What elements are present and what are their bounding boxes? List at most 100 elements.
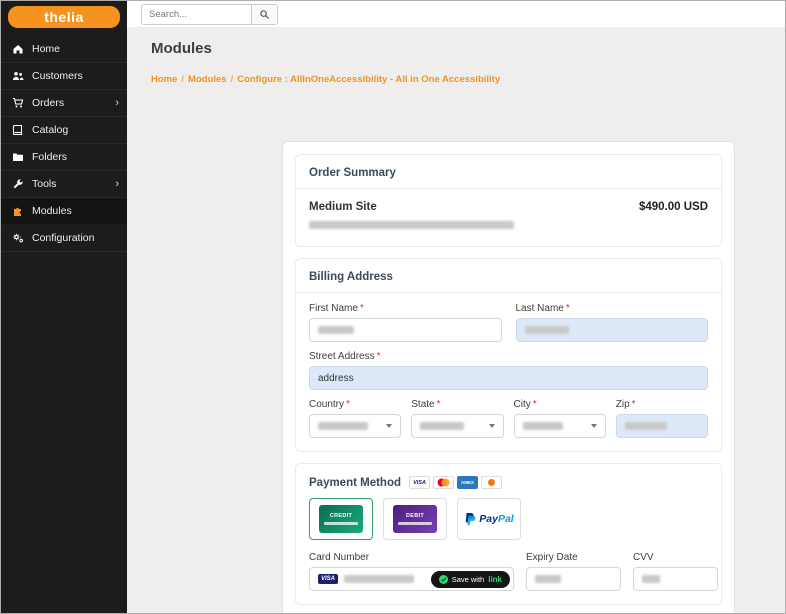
sidebar: thelia Home Customers Orders › Catalog F… [1, 1, 127, 613]
search-box [141, 4, 278, 25]
home-icon [12, 43, 24, 55]
card-number-field[interactable]: VISA Save with link [309, 567, 514, 591]
sidebar-item-tools[interactable]: Tools › [1, 171, 127, 198]
topbar [127, 1, 785, 28]
required-marker: * [631, 399, 636, 410]
save-with-link-button[interactable]: Save with link [430, 571, 510, 588]
sidebar-item-label: Configuration [32, 232, 95, 244]
discover-icon [481, 476, 503, 489]
chevron-right-icon: › [115, 97, 119, 109]
visa-badge: VISA [318, 574, 339, 584]
billing-heading: Billing Address [309, 271, 393, 283]
breadcrumb-separator: / [230, 74, 234, 85]
redacted-card-number [344, 575, 415, 583]
street-label: Street Address * [309, 351, 381, 362]
puzzle-icon [12, 205, 24, 217]
catalog-icon [12, 124, 24, 136]
zip-field[interactable] [615, 414, 708, 438]
state-label: State * [411, 399, 441, 410]
required-marker: * [359, 303, 364, 314]
city-select[interactable] [513, 414, 606, 438]
mastercard-icon [433, 476, 455, 489]
redacted-value [420, 422, 465, 430]
debit-card-option[interactable]: DEBIT [383, 498, 447, 540]
paypal-option[interactable]: PayPal [457, 498, 521, 540]
sidebar-item-label: Modules [32, 205, 72, 217]
redacted-value [624, 422, 667, 430]
expiry-group: Expiry Date [526, 552, 621, 591]
folder-icon [12, 151, 24, 163]
cart-icon [12, 97, 24, 109]
sidebar-item-label: Folders [32, 151, 68, 163]
last-name-field[interactable] [515, 318, 708, 342]
wrench-icon [12, 178, 24, 190]
last-name-label: Last Name * [515, 303, 570, 314]
required-marker: * [565, 303, 570, 314]
search-icon [259, 9, 270, 20]
main-content: Modules Home / Modules / Configure : AllInOn… [127, 27, 785, 613]
credit-card-graphic: CREDIT [319, 505, 363, 533]
cvv-field[interactable] [633, 567, 718, 591]
breadcrumb-modules[interactable]: Modules [188, 74, 227, 85]
thelia-logo[interactable]: thelia [8, 6, 120, 28]
sidebar-item-home[interactable]: Home [1, 36, 127, 63]
redacted-value [318, 326, 354, 334]
chevron-down-icon [386, 424, 393, 428]
search-button[interactable] [251, 5, 277, 24]
state-group: State * [411, 399, 504, 438]
first-name-group: First Name * [309, 303, 502, 342]
sidebar-item-label: Orders [32, 97, 65, 109]
breadcrumb-home[interactable]: Home [151, 74, 177, 85]
country-group: Country * [309, 399, 402, 438]
debit-card-graphic: DEBIT [393, 505, 437, 533]
city-group: City * [513, 399, 606, 438]
chevron-down-icon [590, 424, 597, 428]
redacted-value [535, 575, 561, 583]
sidebar-item-customers[interactable]: Customers [1, 63, 127, 90]
card-number-group: Card Number VISA Save with link [309, 552, 514, 591]
sidebar-item-modules[interactable]: Modules [1, 198, 127, 225]
breadcrumb: Home / Modules / Configure : AllInOneAccessi… [151, 74, 785, 85]
order-price: $490.00 USD [638, 201, 708, 213]
street-address-input[interactable] [309, 366, 708, 390]
required-marker: * [532, 399, 537, 410]
first-name-field[interactable] [309, 318, 502, 342]
required-marker: * [376, 351, 381, 362]
redacted-order-detail [309, 221, 514, 230]
redacted-value [522, 422, 563, 430]
country-select[interactable] [309, 414, 402, 438]
app-window: thelia Home Customers Orders › Catalog F… [0, 0, 786, 614]
gears-icon [12, 232, 24, 244]
last-name-group: Last Name * [515, 303, 708, 342]
sidebar-item-label: Catalog [32, 124, 69, 136]
page-title: Modules [151, 40, 212, 57]
credit-card-option[interactable]: CREDIT [309, 498, 373, 540]
order-summary-panel: Order Summary Medium Site $490.00 USD [295, 154, 722, 247]
sidebar-item-catalog[interactable]: Catalog [1, 117, 127, 144]
cvv-label: CVV [633, 552, 654, 563]
sidebar-item-orders[interactable]: Orders › [1, 90, 127, 117]
country-label: Country * [309, 399, 350, 410]
redacted-value [318, 422, 368, 430]
link-check-icon [438, 575, 448, 584]
sidebar-item-folders[interactable]: Folders [1, 144, 127, 171]
search-input[interactable] [142, 5, 251, 24]
required-marker: * [346, 399, 350, 410]
street-group: Street Address * [309, 351, 708, 390]
breadcrumb-current: Configure : AllInOneAccessibility - All … [237, 74, 501, 85]
order-summary-row: Medium Site $490.00 USD [309, 199, 708, 233]
state-select[interactable] [411, 414, 504, 438]
sidebar-item-configuration[interactable]: Configuration [1, 225, 127, 252]
payment-method-panel: Payment Method VISA AMEX CREDIT DEBIT Pa… [295, 463, 722, 605]
first-name-label: First Name * [309, 303, 364, 314]
breadcrumb-separator: / [181, 74, 185, 85]
expiry-field[interactable] [526, 567, 621, 591]
sidebar-item-label: Customers [32, 70, 83, 82]
city-label: City * [513, 399, 537, 410]
paypal-monogram-icon [464, 512, 476, 526]
chevron-right-icon: › [115, 178, 119, 190]
redacted-value [524, 326, 569, 334]
card-number-label: Card Number [309, 552, 370, 563]
paypal-logo: PayPal [464, 512, 514, 526]
payment-heading: Payment Method [309, 476, 402, 489]
